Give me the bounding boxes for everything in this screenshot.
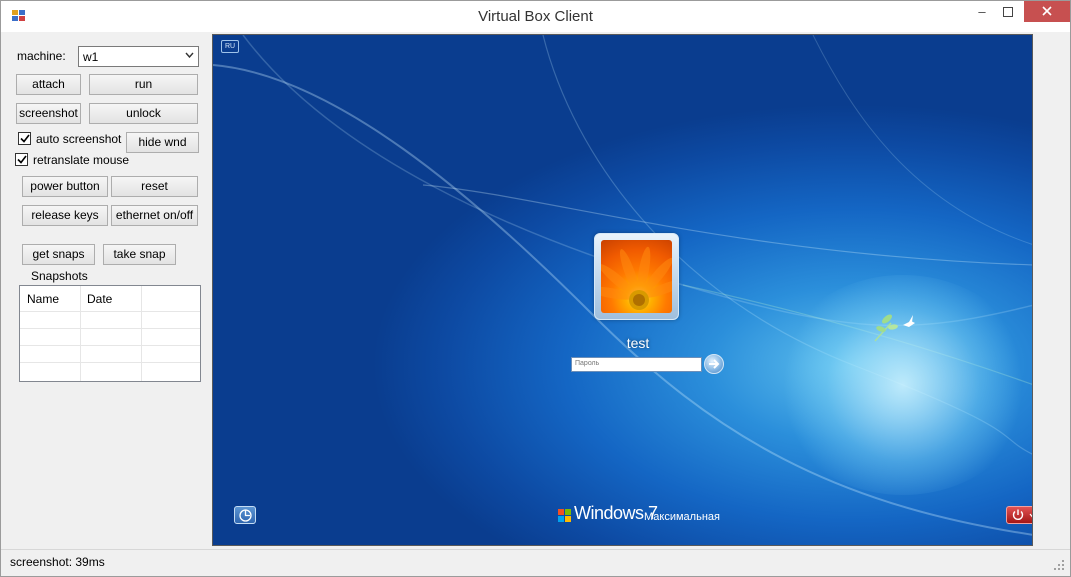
app-window: Virtual Box Client – machine: w1 attach …: [0, 0, 1071, 577]
ease-of-access-icon: [239, 509, 252, 522]
os-edition: Максимальная: [644, 511, 720, 523]
release-keys-button[interactable]: release keys: [22, 205, 108, 226]
flower-picture: [601, 240, 672, 313]
auto-screenshot-label: auto screenshot: [36, 132, 122, 146]
username-label: test: [626, 335, 650, 351]
arrow-right-icon: [709, 359, 720, 369]
hide-wnd-button[interactable]: hide wnd: [126, 132, 199, 153]
bird-branch-icon: [874, 314, 915, 342]
snapshots-table[interactable]: Name Date: [19, 285, 201, 382]
power-button-button[interactable]: power button: [22, 176, 108, 197]
machine-select-value: w1: [83, 50, 99, 64]
status-text: screenshot: 39ms: [10, 555, 105, 569]
title-bar[interactable]: Virtual Box Client –: [1, 1, 1070, 32]
ethernet-toggle-button[interactable]: ethernet on/off: [111, 205, 198, 226]
take-snap-button[interactable]: take snap: [103, 244, 176, 265]
snapshots-label: Snapshots: [31, 269, 88, 283]
close-button[interactable]: [1024, 1, 1070, 22]
machine-label: machine:: [17, 49, 66, 63]
ease-of-access-button[interactable]: [234, 506, 256, 524]
unlock-button[interactable]: unlock: [89, 103, 198, 124]
retranslate-mouse-checkbox[interactable]: [15, 153, 28, 166]
resize-grip-icon[interactable]: [1054, 560, 1064, 570]
checkmark-icon: [20, 134, 30, 143]
close-icon: [1042, 6, 1052, 16]
column-header-date[interactable]: Date: [87, 292, 112, 306]
retranslate-mouse-label: retranslate mouse: [33, 153, 130, 167]
run-button[interactable]: run: [89, 74, 198, 95]
checkmark-icon: [17, 155, 27, 164]
reset-button[interactable]: reset: [111, 176, 198, 197]
machine-select[interactable]: w1: [78, 46, 199, 67]
status-bar: screenshot: 39ms: [1, 549, 1070, 576]
password-field[interactable]: Пароль: [571, 357, 702, 372]
window-title: Virtual Box Client: [478, 8, 593, 25]
minimize-icon[interactable]: –: [969, 1, 995, 24]
language-indicator[interactable]: RU: [221, 40, 239, 53]
column-header-name[interactable]: Name: [27, 292, 59, 306]
get-snaps-button[interactable]: get snaps: [22, 244, 95, 265]
user-avatar[interactable]: [594, 233, 679, 320]
attach-button[interactable]: attach: [16, 74, 81, 95]
login-arrow-button[interactable]: [704, 354, 724, 374]
chevron-down-icon: [185, 52, 194, 58]
shutdown-button[interactable]: [1006, 506, 1032, 524]
vm-screen[interactable]: RU test Пароль Windows 7 Максимальная: [212, 34, 1033, 546]
power-icon: [1012, 509, 1032, 520]
maximize-icon[interactable]: [995, 1, 1021, 24]
windows-logo-icon: [558, 509, 572, 523]
auto-screenshot-checkbox[interactable]: [18, 132, 31, 145]
password-placeholder: Пароль: [575, 360, 600, 367]
screenshot-button[interactable]: screenshot: [16, 103, 81, 124]
